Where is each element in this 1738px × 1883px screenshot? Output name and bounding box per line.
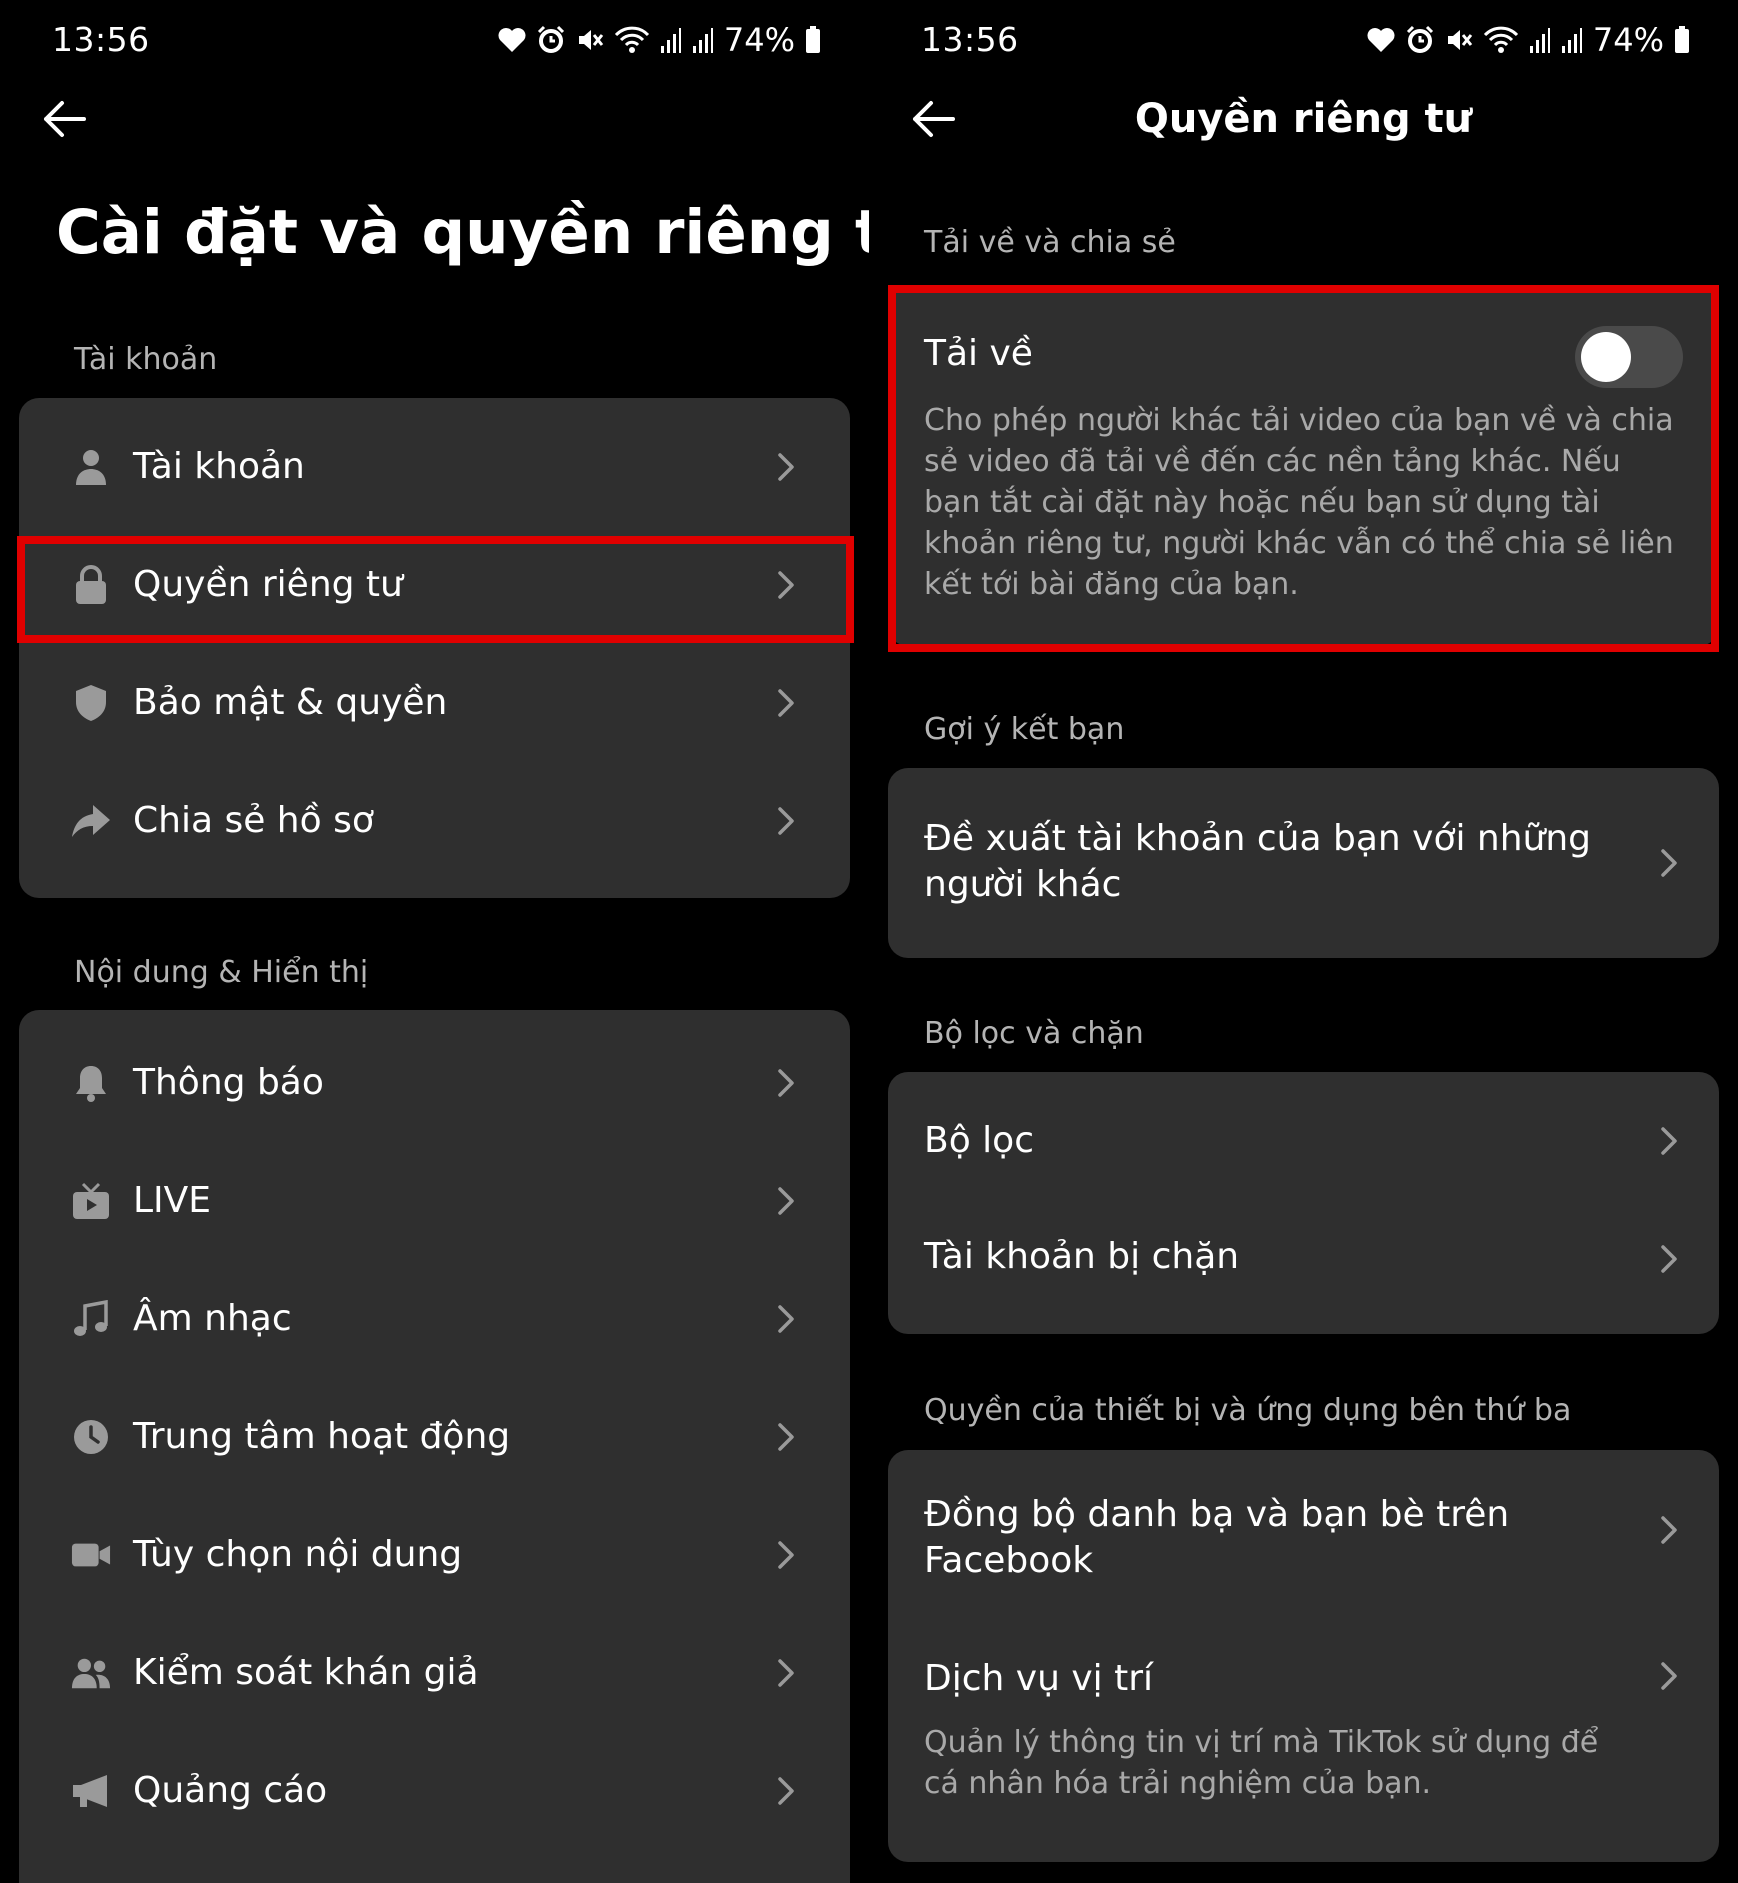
wifi-icon xyxy=(614,26,649,53)
section-label-filter: Bộ lọc và chặn xyxy=(924,1016,1144,1051)
megaphone-icon xyxy=(71,1771,111,1811)
privacy-screen: 13:56 74% Quyền riêng tư Tải về và chia … xyxy=(869,0,1738,1883)
status-icons: 74% xyxy=(498,18,821,62)
signal-icon xyxy=(692,28,713,53)
signal-icon xyxy=(660,28,681,53)
menu-item-content-preferences[interactable]: Tùy chọn nội dung xyxy=(19,1496,850,1614)
menu-item-label: Đồng bộ danh bạ và bạn bè trên Facebook xyxy=(924,1494,1510,1581)
section-label-content: Nội dung & Hiển thị xyxy=(74,955,369,990)
chevron-right-icon xyxy=(778,1423,794,1451)
battery-percent: 74% xyxy=(1592,21,1664,59)
bell-icon xyxy=(71,1063,111,1103)
people-icon xyxy=(71,1653,111,1693)
menu-item-security[interactable]: Bảo mật & quyền xyxy=(19,644,850,762)
menu-item-activity-center[interactable]: Trung tâm hoạt động xyxy=(19,1378,850,1496)
share-icon xyxy=(71,801,111,841)
chevron-right-icon xyxy=(778,1305,794,1333)
section-label-suggest: Gợi ý kết bạn xyxy=(924,712,1125,747)
menu-item-label: Bảo mật & quyền xyxy=(133,682,448,723)
shield-icon xyxy=(71,683,111,723)
battery-icon xyxy=(806,26,820,53)
status-bar: 13:56 74% xyxy=(0,0,869,80)
menu-item-label: Trung tâm hoạt động xyxy=(133,1416,511,1457)
section-label-third-party: Quyền của thiết bị và ứng dụng bên thứ b… xyxy=(924,1393,1572,1428)
chevron-right-icon xyxy=(778,1541,794,1569)
chevron-right-icon xyxy=(1661,1662,1677,1690)
status-time: 13:56 xyxy=(921,20,1019,59)
location-description: Quản lý thông tin vị trí mà TikTok sử dụ… xyxy=(924,1725,1599,1801)
signal-icon xyxy=(1561,28,1582,53)
menu-item-label: Bộ lọc xyxy=(924,1120,1034,1161)
page-title: Cài đặt và quyền riêng tư xyxy=(56,197,869,268)
menu-item-live[interactable]: LIVE xyxy=(19,1142,850,1260)
page-title: Quyền riêng tư xyxy=(1134,96,1473,142)
live-tv-icon xyxy=(71,1181,111,1221)
location-title: Dịch vụ vị trí xyxy=(924,1658,1154,1699)
video-camera-icon xyxy=(71,1535,111,1575)
heart-icon xyxy=(498,28,526,52)
battery-icon xyxy=(1675,26,1689,53)
menu-item-ads[interactable]: Quảng cáo xyxy=(19,1732,850,1850)
chevron-right-icon xyxy=(778,807,794,835)
menu-item-suggest-account[interactable]: Đề xuất tài khoản của bạn với những ngườ… xyxy=(888,768,1719,958)
mute-icon xyxy=(1447,30,1473,50)
alarm-icon xyxy=(537,25,564,53)
chevron-right-icon xyxy=(1661,1245,1677,1273)
highlight-download-box xyxy=(888,285,1719,652)
highlight-privacy-box xyxy=(17,536,854,643)
filter-card: Bộ lọc Tài khoản bị chặn xyxy=(888,1072,1719,1334)
chevron-right-icon xyxy=(778,1659,794,1687)
mute-icon xyxy=(578,30,604,50)
status-time: 13:56 xyxy=(52,20,150,59)
section-label-account: Tài khoản xyxy=(74,342,218,377)
section-label-download: Tải về và chia sẻ xyxy=(924,225,1176,260)
battery-percent: 74% xyxy=(723,21,795,59)
chevron-right-icon xyxy=(1661,1516,1677,1544)
clock-icon xyxy=(71,1417,111,1457)
chevron-right-icon xyxy=(778,1777,794,1805)
menu-item-label: Thông báo xyxy=(133,1062,324,1103)
chevron-right-icon xyxy=(778,453,794,481)
chevron-right-icon xyxy=(1661,1127,1677,1155)
account-card: Tài khoản Quyền riêng tư Bảo mật & quyền… xyxy=(19,398,850,898)
settings-privacy-screen: 13:56 74% Cài đặt và quyền riêng tư Tài … xyxy=(0,0,869,1883)
menu-item-label: Đề xuất tài khoản của bạn với những ngườ… xyxy=(924,818,1592,905)
menu-item-account[interactable]: Tài khoản xyxy=(19,408,850,526)
arrow-left-icon xyxy=(44,101,86,137)
chevron-right-icon xyxy=(1661,849,1677,877)
suggest-card: Đề xuất tài khoản của bạn với những ngườ… xyxy=(888,768,1719,958)
music-note-icon xyxy=(71,1299,111,1339)
signal-icon xyxy=(1529,28,1550,53)
menu-item-audience-controls[interactable]: Kiểm soát khán giả xyxy=(19,1614,850,1732)
menu-item-sync-contacts[interactable]: Đồng bộ danh bạ và bạn bè trên Facebook xyxy=(888,1450,1719,1610)
third-party-card: Đồng bộ danh bạ và bạn bè trên Facebook … xyxy=(888,1450,1719,1862)
menu-item-location-services[interactable]: Dịch vụ vị trí Quản lý thông tin vị trí … xyxy=(888,1610,1719,1862)
menu-item-label: Âm nhạc xyxy=(133,1298,292,1339)
menu-item-label: Tài khoản xyxy=(133,446,305,487)
person-icon xyxy=(71,447,111,487)
status-icons: 74% xyxy=(1367,18,1690,62)
content-card: Thông báo LIVE Âm nhạc Trung tâm hoạt độ… xyxy=(19,1010,850,1883)
menu-item-label: Tài khoản bị chặn xyxy=(924,1236,1240,1277)
chevron-right-icon xyxy=(778,1187,794,1215)
menu-item-blocked-accounts[interactable]: Tài khoản bị chặn xyxy=(888,1200,1719,1318)
alarm-icon xyxy=(1406,25,1433,53)
chevron-right-icon xyxy=(778,1069,794,1097)
menu-item-label: Tùy chọn nội dung xyxy=(133,1534,463,1575)
heart-icon xyxy=(1367,28,1395,52)
menu-item-filter[interactable]: Bộ lọc xyxy=(888,1082,1719,1200)
menu-item-label: Kiểm soát khán giả xyxy=(133,1652,479,1693)
menu-item-share-profile[interactable]: Chia sẻ hồ sơ xyxy=(19,762,850,880)
menu-item-label: LIVE xyxy=(133,1180,212,1221)
status-bar: 13:56 74% xyxy=(869,0,1738,80)
wifi-icon xyxy=(1483,26,1518,53)
chevron-right-icon xyxy=(778,689,794,717)
back-button[interactable] xyxy=(36,94,92,144)
menu-item-notifications[interactable]: Thông báo xyxy=(19,1024,850,1142)
menu-item-music[interactable]: Âm nhạc xyxy=(19,1260,850,1378)
menu-item-label: Quảng cáo xyxy=(133,1770,328,1811)
menu-item-label: Chia sẻ hồ sơ xyxy=(133,800,374,841)
